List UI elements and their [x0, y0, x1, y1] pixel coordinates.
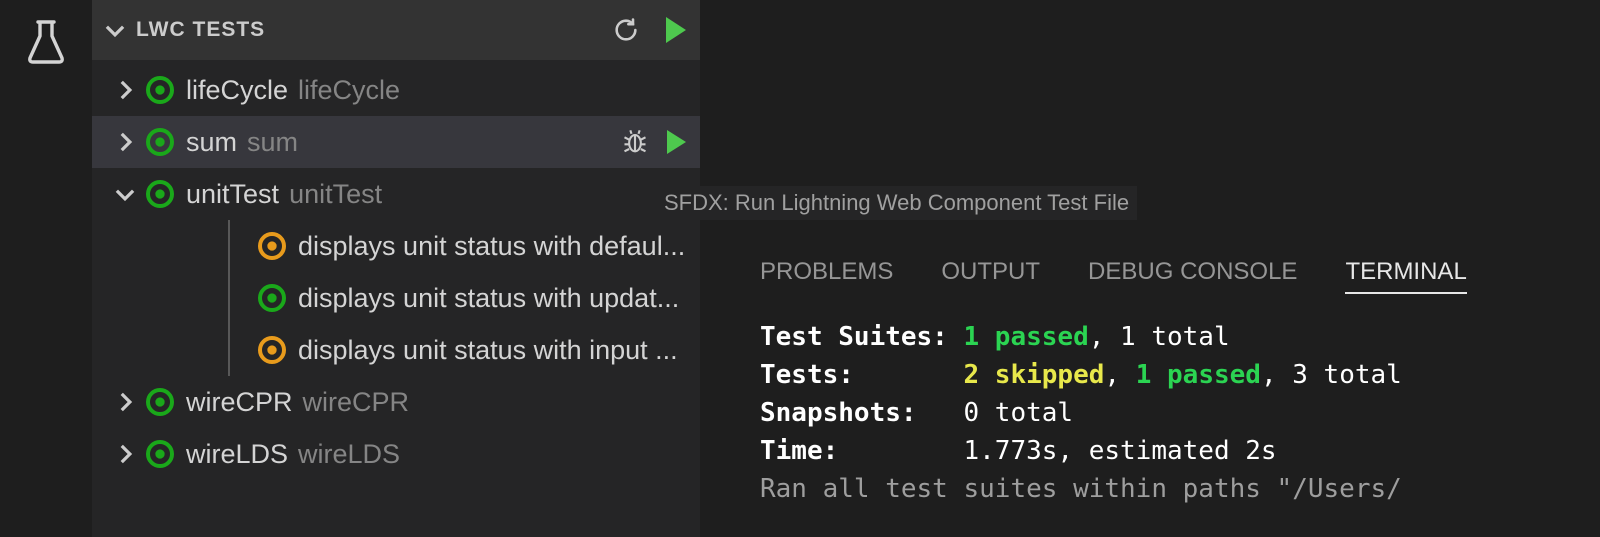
item-sublabel: wireLDS [298, 439, 400, 470]
status-pass-icon [144, 386, 176, 418]
status-pass-icon [144, 126, 176, 158]
tree-item-lifecycle[interactable]: lifeCycle lifeCycle [92, 64, 700, 116]
test-case[interactable]: displays unit status with input ... [92, 324, 700, 376]
status-skip-icon [256, 230, 288, 262]
item-sublabel: sum [247, 127, 298, 158]
test-tree: lifeCycle lifeCycle sum sum unitTest uni… [92, 60, 700, 480]
status-pass-icon [256, 282, 288, 314]
editor-area: SFDX: Run Lightning Web Component Test F… [700, 0, 1600, 537]
item-label: wireLDS [186, 439, 288, 470]
run-all-button[interactable] [666, 17, 686, 43]
tab-debug-console[interactable]: DEBUG CONSOLE [1088, 252, 1297, 294]
tab-problems[interactable]: PROBLEMS [760, 252, 893, 294]
tree-item-wirecpr[interactable]: wireCPR wireCPR [92, 376, 700, 428]
chevron-right-icon [112, 389, 138, 415]
test-case-label: displays unit status with defaul... [298, 231, 685, 262]
status-pass-icon [144, 74, 176, 106]
status-skip-icon [256, 334, 288, 366]
item-label: sum [186, 127, 237, 158]
panel-tabs: PROBLEMS OUTPUT DEBUG CONSOLE TERMINAL [700, 238, 1600, 294]
terminal-output[interactable]: Test Suites: 1 passed, 1 total Tests: 2 … [700, 294, 1600, 508]
status-pass-icon [144, 438, 176, 470]
item-sublabel: wireCPR [303, 387, 410, 418]
section-title: LWC TESTS [136, 18, 612, 42]
item-sublabel: lifeCycle [298, 75, 400, 106]
tab-output[interactable]: OUTPUT [941, 252, 1040, 294]
tab-terminal[interactable]: TERMINAL [1345, 252, 1466, 294]
chevron-down-icon [102, 17, 128, 43]
test-case-label: displays unit status with updat... [298, 283, 679, 314]
section-header[interactable]: LWC TESTS [92, 0, 700, 60]
item-sublabel: unitTest [289, 179, 382, 210]
tooltip: SFDX: Run Lightning Web Component Test F… [656, 186, 1137, 220]
run-button[interactable] [667, 130, 686, 154]
test-case[interactable]: displays unit status with defaul... [92, 220, 700, 272]
test-case[interactable]: displays unit status with updat... [92, 272, 700, 324]
flask-icon[interactable] [22, 18, 70, 66]
status-pass-icon [144, 178, 176, 210]
item-label: unitTest [186, 179, 279, 210]
chevron-right-icon [112, 129, 138, 155]
tree-item-wirelds[interactable]: wireLDS wireLDS [92, 428, 700, 480]
activity-bar [0, 0, 92, 537]
item-label: wireCPR [186, 387, 293, 418]
chevron-right-icon [112, 77, 138, 103]
bottom-panel: PROBLEMS OUTPUT DEBUG CONSOLE TERMINAL T… [700, 238, 1600, 537]
tree-item-sum[interactable]: sum sum [92, 116, 700, 168]
refresh-icon[interactable] [612, 16, 640, 44]
chevron-down-icon [112, 181, 138, 207]
item-label: lifeCycle [186, 75, 288, 106]
test-explorer-sidebar: LWC TESTS lifeCycle lifeCycle sum sum [92, 0, 700, 537]
test-case-label: displays unit status with input ... [298, 335, 678, 366]
tree-item-unittest[interactable]: unitTest unitTest [92, 168, 700, 220]
debug-icon[interactable] [621, 128, 649, 156]
chevron-right-icon [112, 441, 138, 467]
